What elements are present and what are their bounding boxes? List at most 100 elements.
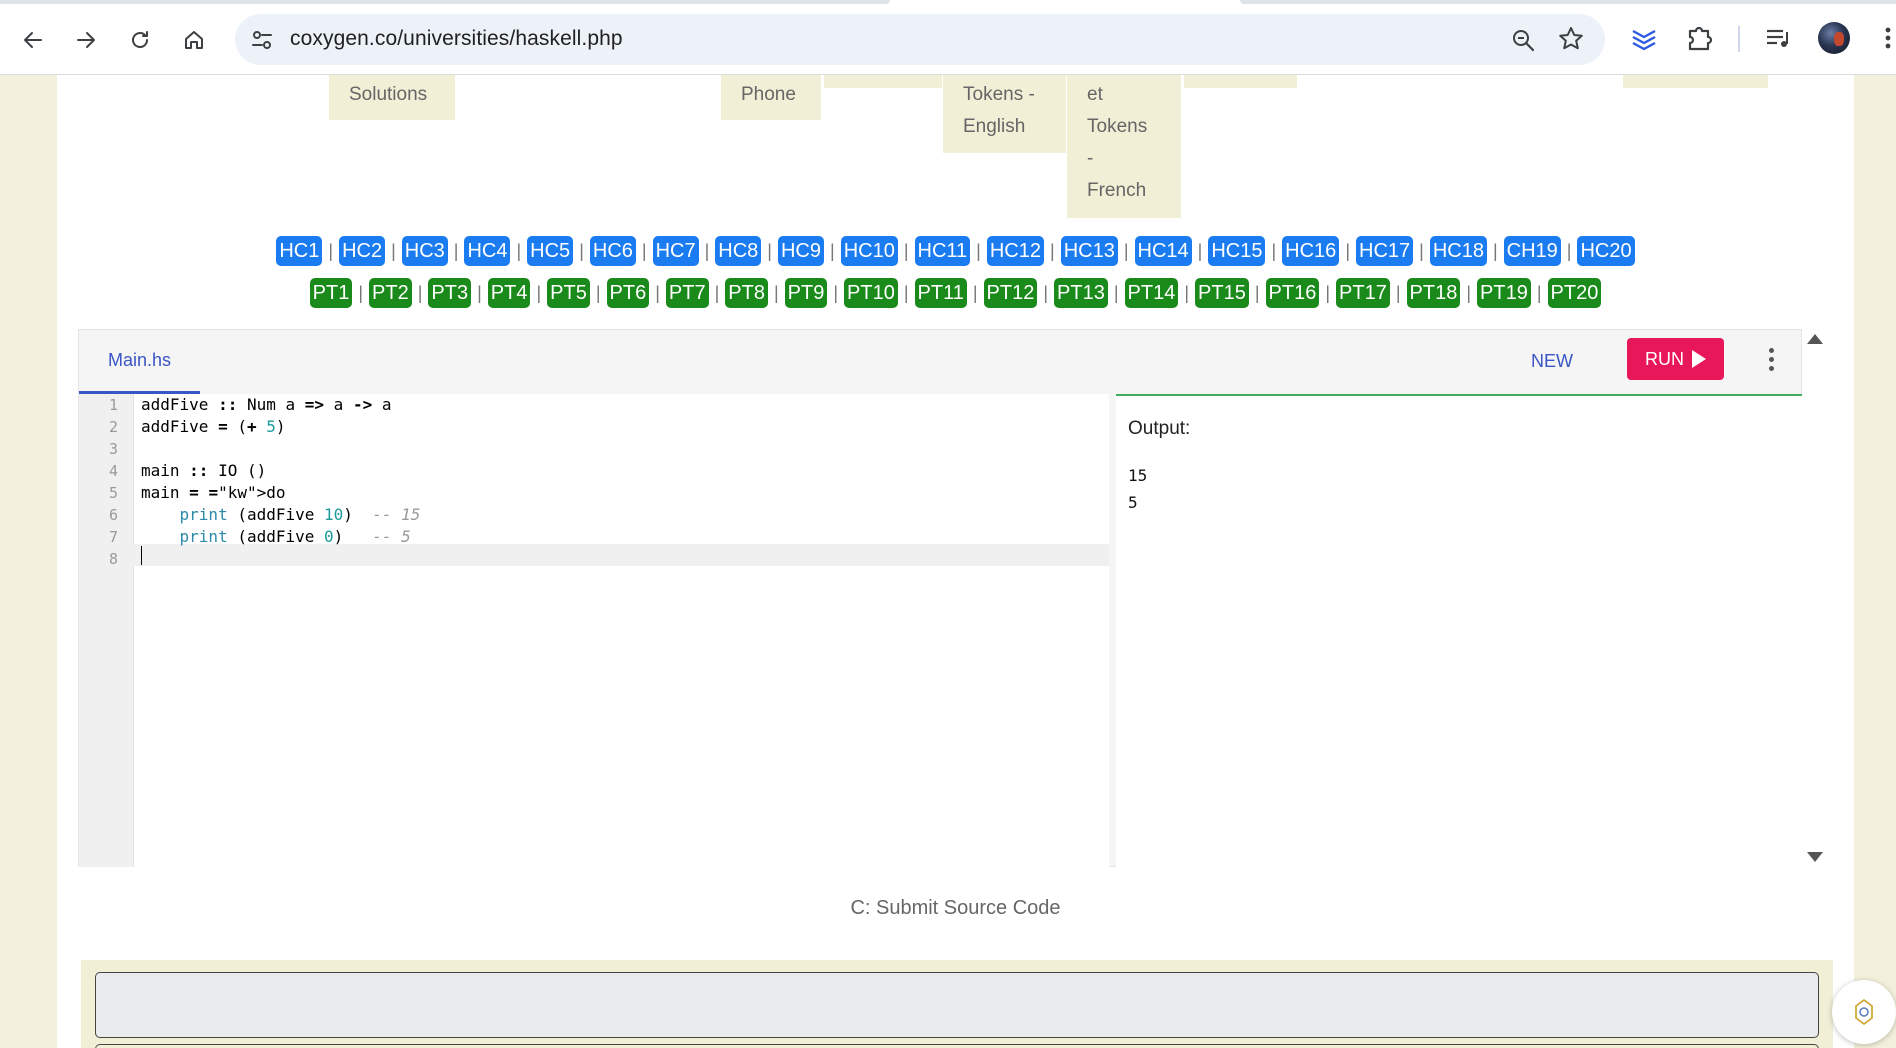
hc-link-hc20[interactable]: HC20	[1577, 236, 1635, 266]
run-label: RUN	[1645, 348, 1684, 369]
nav-item-solutions[interactable]: Solutions	[329, 75, 455, 120]
hc-link-hc3[interactable]: HC3	[401, 236, 448, 266]
pt-link-pt5[interactable]: PT5	[547, 278, 590, 308]
submit-section-title: C: Submit Source Code	[850, 897, 1061, 919]
source-code-input[interactable]	[95, 972, 1819, 1038]
link-separator: |	[641, 240, 647, 261]
hc-link-hc12[interactable]: HC12	[986, 236, 1044, 266]
nav-item-blank-3[interactable]	[1623, 75, 1768, 88]
pt-link-pt7[interactable]: PT7	[665, 278, 709, 308]
link-separator: |	[714, 282, 720, 303]
nav-item-tokens-french[interactable]: et Tokens - French	[1067, 75, 1181, 218]
hc-link-hc11[interactable]: HC11	[914, 236, 971, 266]
link-separator: |	[1345, 240, 1350, 261]
pt-link-pt15[interactable]: PT15	[1195, 278, 1249, 308]
tab-main-hs[interactable]: Main.hs	[79, 330, 200, 394]
hc-link-ch19[interactable]: CH19	[1503, 236, 1561, 266]
pt-link-pt10[interactable]: PT10	[844, 278, 898, 308]
hc-link-hc14[interactable]: HC14	[1134, 236, 1192, 266]
hc-link-hc6[interactable]: HC6	[589, 236, 636, 266]
pt-link-pt18[interactable]: PT18	[1406, 278, 1461, 308]
url-text[interactable]: coxygen.co/universities/haskell.php	[290, 27, 623, 51]
nav-item-phone[interactable]: Phone	[721, 75, 821, 120]
hc-link-hc18[interactable]: HC18	[1429, 236, 1487, 266]
pt-link-pt19[interactable]: PT19	[1477, 278, 1531, 308]
hc-link-hc15[interactable]: HC15	[1208, 236, 1266, 266]
code-input-area[interactable]: 1 2 3 4 5 6 7 8 addFive :: Num a => a ->…	[79, 394, 1109, 867]
line-number: 2	[108, 418, 118, 436]
home-button[interactable]	[174, 20, 214, 60]
link-separator: |	[1466, 282, 1472, 303]
pt-link-pt16[interactable]: PT16	[1265, 278, 1320, 308]
pt-link-pt8[interactable]: PT8	[725, 278, 768, 308]
hc-link-hc9[interactable]: HC9	[777, 236, 824, 266]
pt-link-pt11[interactable]: PT11	[914, 278, 967, 308]
code-line[interactable]: print (addFive 0) -- 5	[141, 526, 411, 548]
pt-link-pt12[interactable]: PT12	[983, 278, 1038, 308]
output-line: 5	[1128, 493, 1138, 512]
nav-item-tokens-english[interactable]: Tokens - English	[943, 75, 1066, 153]
hc-link-hc5[interactable]: HC5	[527, 236, 574, 266]
tab-strip	[0, 0, 1896, 5]
assistant-bubble[interactable]	[1832, 980, 1896, 1044]
hc-link-hc4[interactable]: HC4	[464, 236, 511, 266]
address-bar[interactable]: coxygen.co/universities/haskell.php	[235, 14, 1605, 65]
hc-link-hc7[interactable]: HC7	[652, 236, 699, 266]
back-button[interactable]	[13, 20, 53, 60]
link-separator: |	[773, 282, 779, 303]
profile-avatar[interactable]	[1818, 22, 1850, 54]
code-line[interactable]: addFive :: Num a => a -> a	[141, 394, 391, 416]
link-separator: |	[1184, 282, 1190, 303]
extensions-puzzle-icon[interactable]	[1683, 22, 1715, 54]
code-line[interactable]: addFive = (+ 5)	[141, 416, 286, 438]
zoom-icon[interactable]	[1509, 26, 1537, 54]
link-separator: |	[1123, 240, 1129, 261]
hc-link-hc10[interactable]: HC10	[840, 236, 898, 266]
nav-label: English	[963, 116, 1026, 137]
extension-layers-icon[interactable]	[1628, 22, 1660, 54]
more-options-icon[interactable]	[1759, 343, 1783, 375]
pt-link-pt1[interactable]: PT1	[309, 278, 353, 308]
link-separator: |	[833, 282, 839, 303]
link-separator: |	[767, 240, 772, 261]
hc-link-hc13[interactable]: HC13	[1060, 236, 1118, 266]
code-line[interactable]: print (addFive 10) -- 15	[141, 504, 421, 526]
site-settings-icon[interactable]	[249, 27, 275, 53]
run-button[interactable]: RUN	[1627, 338, 1724, 380]
pt-link-row: PT1 | PT2 | PT3 | PT4 | PT5 | PT6 | PT7 | PT8 | PT9 | PT10…	[57, 278, 1854, 308]
link-separator: |	[704, 240, 710, 261]
pt-link-pt4[interactable]: PT4	[487, 278, 531, 308]
pt-link-pt6[interactable]: PT6	[606, 278, 650, 308]
code-line[interactable]: main :: IO ()	[141, 460, 266, 482]
nav-label: Solutions	[349, 84, 428, 105]
browser-menu-icon[interactable]	[1872, 22, 1896, 54]
code-line[interactable]: main = ="kw">do	[141, 482, 286, 504]
link-separator: |	[417, 282, 423, 303]
scroll-up-arrow-icon[interactable]	[1807, 334, 1823, 344]
pt-link-pt17[interactable]: PT17	[1336, 278, 1390, 308]
nav-item-blank-2[interactable]	[1184, 75, 1297, 88]
link-separator: |	[358, 282, 364, 303]
bookmark-star-icon[interactable]	[1557, 25, 1585, 53]
new-button[interactable]: NEW	[1531, 346, 1573, 376]
pt-link-pt14[interactable]: PT14	[1124, 278, 1179, 308]
pt-link-pt13[interactable]: PT13	[1054, 278, 1108, 308]
pt-link-pt20[interactable]: PT20	[1547, 278, 1602, 308]
scroll-down-arrow-icon[interactable]	[1807, 852, 1823, 862]
pt-link-pt9[interactable]: PT9	[784, 278, 828, 308]
media-controls-icon[interactable]	[1762, 22, 1794, 54]
secondary-input[interactable]	[95, 1044, 1819, 1048]
nav-label: Tokens -	[963, 84, 1035, 105]
line-number: 5	[108, 484, 118, 502]
hc-link-hc16[interactable]: HC16	[1282, 236, 1340, 266]
hc-link-hc1[interactable]: HC1	[276, 236, 323, 266]
hc-link-hc8[interactable]: HC8	[715, 236, 762, 266]
reload-button[interactable]	[120, 20, 160, 60]
pt-link-pt3[interactable]: PT3	[428, 278, 472, 308]
nav-item-blank-1[interactable]	[824, 75, 942, 88]
pt-link-pt2[interactable]: PT2	[369, 278, 412, 308]
hc-link-hc2[interactable]: HC2	[339, 236, 386, 266]
forward-button[interactable]	[66, 20, 106, 60]
hc-link-hc17[interactable]: HC17	[1356, 236, 1414, 266]
link-separator: |	[830, 240, 835, 261]
